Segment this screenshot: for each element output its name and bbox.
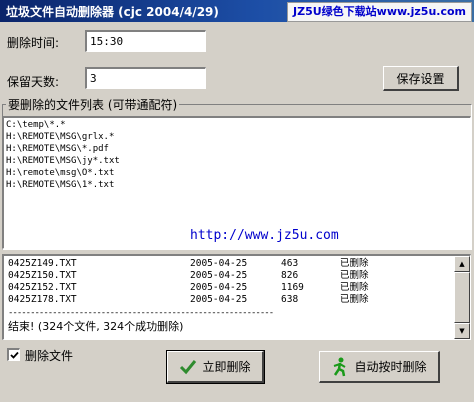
auto-delete-label: 自动按时删除 (354, 360, 427, 374)
log-file: 0425Z152.TXT (8, 282, 77, 293)
log-file: 0425Z149.TXT (8, 258, 77, 269)
file-pattern: H:\REMOTE\MSG\grlx.* (6, 132, 115, 142)
checkmark-icon (10, 351, 19, 359)
log-date: 2005-04-25 (190, 282, 248, 293)
log-separator: ----------------------------------------… (8, 308, 274, 318)
log-file: 0425Z150.TXT (8, 270, 77, 281)
log-status: 已删除 (340, 270, 369, 281)
file-pattern: H:\REMOTE\MSG\1*.txt (6, 180, 115, 190)
log-date: 2005-04-25 (190, 258, 248, 269)
running-man-icon (334, 357, 346, 376)
log-size: 826 (281, 270, 299, 281)
save-settings-button[interactable]: 保存设置 (383, 66, 459, 91)
delete-time-label: 删除时间: (7, 36, 60, 50)
log-status: 已删除 (340, 294, 369, 305)
auto-delete-button[interactable]: 自动按时删除 (319, 351, 440, 383)
delete-files-checkbox[interactable] (7, 348, 20, 361)
scroll-down-arrow-icon[interactable]: ▼ (454, 323, 470, 339)
keep-days-input[interactable]: 3 (85, 67, 206, 89)
log-file: 0425Z178.TXT (8, 294, 77, 305)
green-check-icon (180, 359, 197, 374)
watermark-banner: JZ5U绿色下载站www.jz5u.com (287, 2, 472, 22)
file-pattern: C:\temp\*.* (6, 120, 66, 130)
keep-days-label: 保留天数: (7, 75, 60, 89)
log-size: 1169 (281, 282, 304, 293)
delete-now-label: 立即删除 (202, 360, 251, 374)
log-date: 2005-04-25 (190, 270, 248, 281)
main-window: 垃圾文件自动删除器 (cjc 2004/4/29) JZ5U绿色下载站www.j… (0, 0, 474, 402)
log-listbox[interactable]: 0425Z149.TXT 2005-04-25 463 已删除 0425Z150… (2, 254, 471, 340)
delete-time-input[interactable]: 15:30 (85, 30, 206, 52)
file-pattern: H:\REMOTE\MSG\*.pdf (6, 144, 109, 154)
window-title: 垃圾文件自动删除器 (cjc 2004/4/29) (6, 5, 219, 19)
log-status: 已删除 (340, 282, 369, 293)
website-link[interactable]: http://www.jz5u.com (190, 228, 339, 243)
delete-files-label[interactable]: 删除文件 (25, 347, 73, 364)
scroll-thumb[interactable] (454, 272, 470, 323)
title-bar[interactable]: 垃圾文件自动删除器 (cjc 2004/4/29) JZ5U绿色下载站www.j… (0, 0, 474, 22)
file-list-title: 要删除的文件列表 (可带通配符) (6, 96, 180, 113)
log-summary: 结束! (324个文件, 324个成功删除) (8, 320, 184, 333)
log-size: 638 (281, 294, 299, 305)
log-date: 2005-04-25 (190, 294, 248, 305)
log-status: 已删除 (340, 258, 369, 269)
file-pattern: H:\REMOTE\MSG\jy*.txt (6, 156, 120, 166)
scroll-up-arrow-icon[interactable]: ▲ (454, 256, 470, 272)
delete-now-button[interactable]: 立即删除 (166, 350, 265, 384)
file-pattern: H:\remote\msg\O*.txt (6, 168, 115, 178)
log-scrollbar[interactable]: ▲ ▼ (454, 256, 470, 339)
log-size: 463 (281, 258, 299, 269)
